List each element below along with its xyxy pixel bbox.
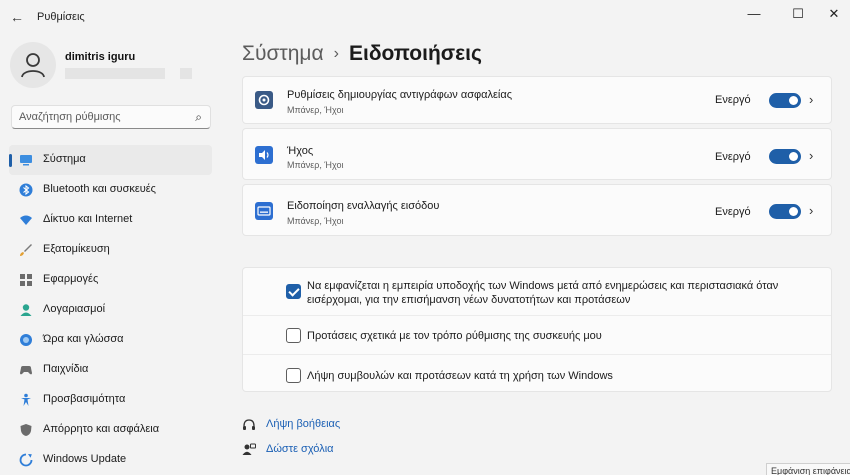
sidebar-item-label: Προσβασιμότητα [43,393,126,405]
card-subtitle: Μπάνερ, Ήχοι [287,216,344,226]
brush-icon [20,244,32,256]
avatar [10,42,56,88]
breadcrumb-parent[interactable]: Σύστημα [242,42,324,65]
notification-toggle[interactable] [769,93,801,108]
notification-app-backup[interactable]: Ρυθμίσεις δημιουργίας αντιγράφων ασφαλεί… [242,76,832,124]
toggle-state-label: Ενεργό [715,94,751,106]
additional-settings: Να εμφανίζεται η εμπειρία υποδοχής των W… [242,267,832,392]
check-row-tips[interactable]: Λήψη συμβουλών και προτάσεων κατά τη χρή… [243,354,831,392]
sidebar-item-network[interactable]: Δίκτυο και Internet [9,205,212,235]
sidebar-item-label: Σύστημα [43,153,86,165]
sidebar-nav: Σύστημα Bluetooth και συσκευές Δίκτυο κα… [9,145,212,475]
user-email-redacted [180,68,192,79]
minimize-button[interactable]: — [739,4,769,24]
sidebar-item-label: Ώρα και γλώσσα [43,333,124,345]
user-email-redacted [65,68,165,79]
speaker-icon [255,146,273,164]
card-title: Ρυθμίσεις δημιουργίας αντιγράφων ασφαλεί… [287,89,513,101]
accessibility-icon [21,393,31,406]
sidebar-item-label: Bluetooth και συσκευές [43,183,156,195]
arrow-left-icon: ← [10,9,24,25]
sidebar-item-system[interactable]: Σύστημα [9,145,212,175]
feedback-icon [242,443,256,455]
checkbox-device-setup[interactable] [286,328,301,343]
sidebar-item-label: Windows Update [43,453,127,465]
notification-toggle[interactable] [769,204,801,219]
keyboard-icon [255,202,273,220]
sidebar-item-privacy[interactable]: Απόρρητο και ασφάλεια [9,415,212,445]
user-name: dimitris iguru [65,51,136,63]
checkbox-label: Να εμφανίζεται η εμπειρία υποδοχής των W… [307,280,779,306]
title-bar: ← Ρυθμίσεις — ☐ ✕ [0,0,850,34]
wifi-icon [20,215,32,225]
user-icon [21,53,45,78]
chevron-right-icon[interactable]: › [809,92,813,107]
backup-icon [255,91,273,109]
checkbox-welcome-experience[interactable] [286,284,301,299]
sidebar-item-label: Παιχνίδια [43,363,89,375]
settings-search[interactable]: ⌕ [11,105,211,129]
card-subtitle: Μπάνερ, Ήχοι [287,160,344,170]
link-label[interactable]: Δώστε σχόλια [266,443,334,455]
sidebar-item-apps[interactable]: Εφαρμογές [9,265,212,295]
sidebar-item-label: Εξατομίκευση [43,243,110,255]
toggle-state-label: Ενεργό [715,151,751,163]
window-title: Ρυθμίσεις [37,11,85,23]
sidebar-item-bluetooth[interactable]: Bluetooth και συσκευές [9,175,212,205]
sidebar-item-windows-update[interactable]: Windows Update [9,445,212,475]
sidebar-item-accessibility[interactable]: Προσβασιμότητα [9,385,212,415]
sidebar-item-label: Απόρρητο και ασφάλεια [43,423,160,435]
sidebar-item-gaming[interactable]: Παιχνίδια [9,355,212,385]
checkbox-tips[interactable] [286,368,301,383]
chevron-right-icon: › [333,45,339,62]
maximize-button[interactable]: ☐ [783,4,813,24]
sidebar-item-label: Εφαρμογές [43,273,99,285]
notification-app-sound[interactable]: Ήχος Μπάνερ, Ήχοι Ενεργό › [242,128,832,180]
toggle-state-label: Ενεργό [715,206,751,218]
back-button[interactable]: ← [6,7,28,27]
check-row-welcome-experience[interactable]: Να εμφανίζεται η εμπειρία υποδοχής των W… [243,268,831,315]
search-input[interactable] [19,109,184,125]
checkbox-label: Λήψη συμβουλών και προτάσεων κατά τη χρή… [307,370,613,382]
sidebar-item-personalization[interactable]: Εξατομίκευση [9,235,212,265]
sidebar-item-label: Δίκτυο και Internet [43,213,133,225]
sidebar-item-time-language[interactable]: Ώρα και γλώσσα [9,325,212,355]
gamepad-icon [20,366,32,375]
chevron-right-icon[interactable]: › [809,203,813,218]
account-icon [20,304,32,316]
close-button[interactable]: ✕ [819,4,849,24]
user-profile[interactable]: dimitris iguru [10,42,210,92]
sidebar-item-label: Λογαριασμοί [43,303,106,315]
card-title: Ήχος [287,145,314,157]
apps-icon [20,274,32,286]
tooltip: Εμφάνιση επιφάνειας [766,463,850,475]
link-label[interactable]: Λήψη βοήθειας [266,418,340,430]
notification-toggle[interactable] [769,149,801,164]
search-icon[interactable]: ⌕ [195,110,202,125]
help-icon [243,419,255,430]
sidebar-item-accounts[interactable]: Λογαριασμοί [9,295,212,325]
checkbox-label: Προτάσεις σχετικά με τον τρόπο ρύθμισης … [307,330,602,342]
card-title: Ειδοποίηση εναλλαγής εισόδου [287,200,440,212]
page-title: Ειδοποιήσεις [348,42,482,65]
bluetooth-icon [19,183,33,197]
notification-app-input-switch[interactable]: Ειδοποίηση εναλλαγής εισόδου Μπάνερ, Ήχο… [242,184,832,236]
card-subtitle: Μπάνερ, Ήχοι [287,105,344,115]
chevron-right-icon[interactable]: › [809,148,813,163]
globe-clock-icon [20,334,32,346]
shield-icon [20,424,32,436]
system-icon [20,155,32,166]
update-icon [19,453,33,467]
check-row-device-setup[interactable]: Προτάσεις σχετικά με τον τρόπο ρύθμισης … [243,315,831,354]
breadcrumb: Σύστημα › Ειδοποιήσεις [242,42,482,66]
